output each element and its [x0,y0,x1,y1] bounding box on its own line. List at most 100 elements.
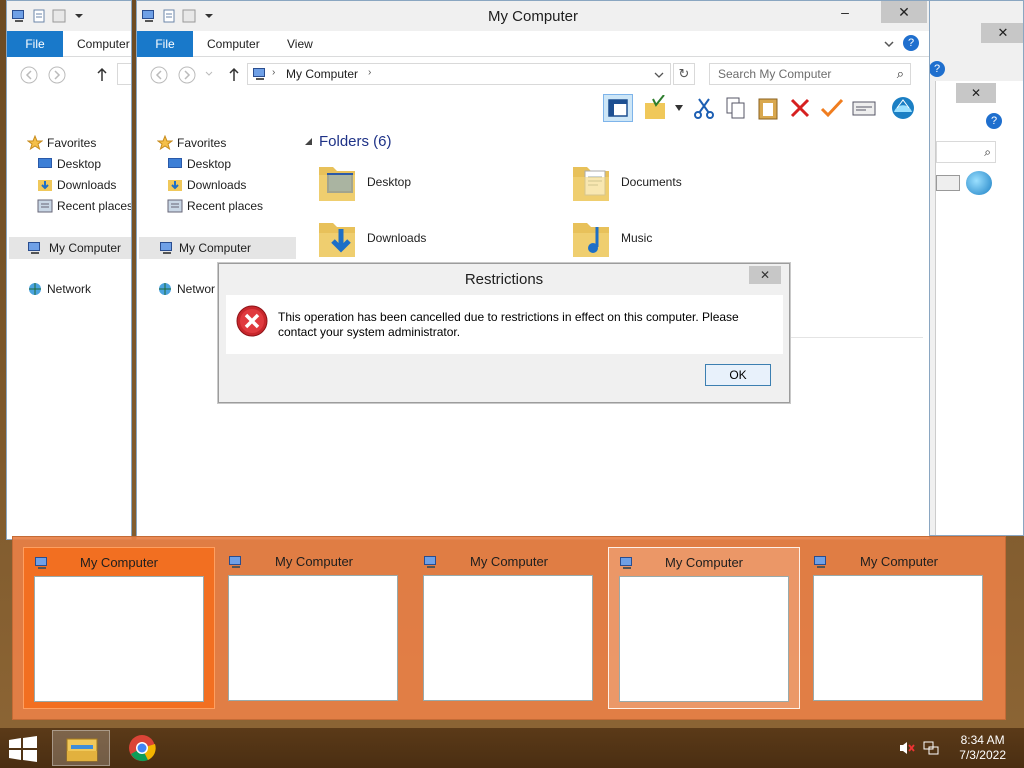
star-icon [157,135,173,151]
computer-icon [28,242,40,254]
properties-icon[interactable] [851,95,877,121]
title-bar [7,1,131,31]
window-preview [228,575,398,701]
dialog-title: Restrictions [464,271,544,288]
address-bar[interactable]: › My Computer › [247,63,671,85]
computer-icon [160,242,172,254]
help-icon[interactable]: ? [903,35,919,51]
window-preview [423,575,593,701]
tab-file[interactable]: File [137,31,193,57]
tab-computer[interactable]: Computer [207,31,260,57]
chrome-icon [129,735,156,762]
cut-icon[interactable] [691,95,717,121]
back-icon[interactable] [149,65,169,85]
music-folder-icon [573,223,609,257]
recent-places-icon [167,199,183,213]
tab-file[interactable]: File [7,31,63,57]
start-button[interactable] [8,736,38,762]
chevron-right-icon[interactable]: › [368,67,371,78]
documents-folder-icon [573,167,609,201]
checkmark-icon[interactable] [819,95,845,121]
chrome-taskbar-button[interactable] [114,730,172,766]
nav-my-computer[interactable]: My Computer [9,237,131,259]
folder-desktop[interactable]: Desktop [317,159,517,207]
file-explorer-icon [66,738,98,762]
chevron-down-icon[interactable] [675,105,683,111]
folder-documents[interactable]: Documents [571,159,771,207]
title-bar: My Computer – ✕ [137,1,929,31]
switcher-item[interactable]: My Computer [413,547,605,709]
refresh-button[interactable]: ↻ [673,63,695,85]
close-button[interactable]: ✕ [956,83,996,103]
switcher-item[interactable]: My Computer [803,547,995,709]
back-icon[interactable] [19,65,39,85]
breadcrumb[interactable]: My Computer [286,67,358,81]
recent-places-icon [37,199,53,213]
clock[interactable]: 8:34 AM 7/3/2022 [959,733,1006,763]
up-icon[interactable] [227,67,241,83]
layout-icon [608,99,628,117]
time: 8:34 AM [960,733,1005,747]
preview-pane-button[interactable] [603,94,633,122]
switcher-item[interactable]: My Computer [608,547,800,709]
search-input[interactable]: ⌕ [936,141,996,163]
window-body: ✕ ? ⌕ [935,81,1023,535]
chevron-right-icon[interactable]: › [272,67,275,78]
network-icon[interactable] [922,740,940,756]
desktop-icon [38,158,52,168]
switcher-item[interactable]: My Computer [23,547,215,709]
address-bar[interactable] [117,63,131,85]
file-explorer-taskbar-button[interactable] [52,730,110,766]
computer-icon [12,10,24,22]
nav-my-computer[interactable]: My Computer [139,237,296,259]
window-title: My Computer [487,8,579,25]
close-button[interactable]: ✕ [981,23,1023,43]
up-icon[interactable] [95,67,109,83]
copy-icon[interactable] [723,95,749,121]
help-icon[interactable]: ? [929,61,945,77]
new-folder-icon[interactable] [51,8,67,24]
shell-icon[interactable] [966,171,992,195]
downloads-icon [168,180,182,191]
command-toolbar [137,91,929,125]
collapse-icon[interactable] [305,138,313,146]
delete-icon[interactable] [787,95,813,121]
close-button[interactable]: ✕ [881,1,927,23]
forward-icon[interactable] [47,65,67,85]
background-window-left[interactable]: File Computer Favorites Desktop Download… [6,0,132,540]
shell-icon[interactable] [889,94,917,122]
date: 7/3/2022 [959,748,1006,762]
task-switcher: My Computer My Computer My Computer My C… [12,536,1006,720]
computer-icon [253,68,265,80]
downloads-icon [38,180,52,191]
forward-icon[interactable] [177,65,197,85]
folder-music[interactable]: Music [571,215,771,263]
recent-locations-icon[interactable] [205,71,213,77]
tab-view[interactable]: View [287,31,313,57]
search-input[interactable]: Search My Computer ⌕ [709,63,911,85]
dialog-close-button[interactable]: ✕ [749,266,781,284]
tab-computer[interactable]: Computer [77,31,130,57]
minimize-button[interactable]: – [831,1,859,23]
chevron-down-icon[interactable] [654,71,664,79]
desktop-folder-icon [319,167,355,201]
paste-icon[interactable] [755,95,781,121]
window-preview [34,576,204,702]
switcher-item[interactable]: My Computer [218,547,410,709]
help-icon[interactable]: ? [986,113,1002,129]
folder-options-icon[interactable] [643,95,669,121]
chevron-down-icon[interactable] [883,39,895,49]
ok-button[interactable]: OK [705,364,771,386]
dialog-message: This operation has been cancelled due to… [278,310,739,339]
group-title[interactable]: Folders (6) [319,133,392,150]
properties-icon[interactable] [936,175,960,191]
restrictions-dialog[interactable]: Restrictions ✕ This operation has been c… [218,263,790,403]
volume-muted-icon[interactable] [898,740,916,756]
window-preview [813,575,983,701]
properties-icon[interactable] [31,8,47,24]
chevron-down-icon[interactable] [71,8,87,24]
folder-downloads[interactable]: Downloads [317,215,517,263]
background-window-right[interactable]: ✕ ? ✕ ? ⌕ [920,0,1024,536]
network-icon [29,283,41,295]
refresh-icon: ↻ [678,66,690,81]
